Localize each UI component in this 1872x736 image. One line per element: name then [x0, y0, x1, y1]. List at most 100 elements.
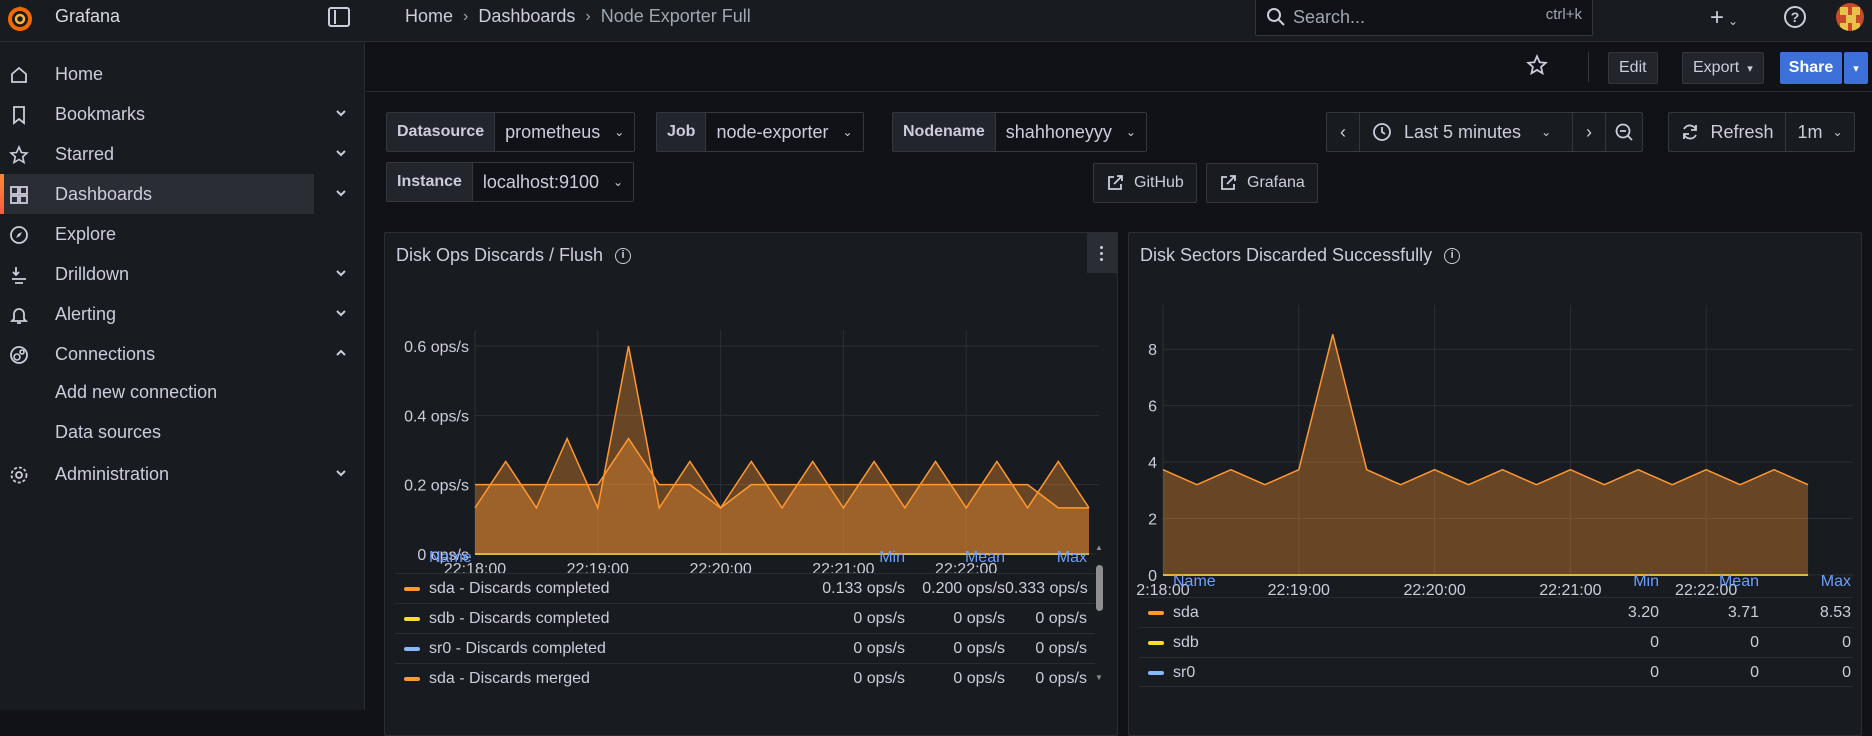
scroll-down-icon[interactable]: ▼ — [1095, 673, 1103, 682]
search-input[interactable]: Search... ctrl+k — [1255, 0, 1593, 36]
chevron-down-icon: ▾ — [1853, 62, 1859, 75]
chevron-left-icon: ‹ — [1340, 121, 1346, 142]
job-select[interactable]: node-exporter ⌄ — [706, 113, 863, 151]
legend-row[interactable]: sr0 0 0 0 — [1139, 657, 1853, 687]
grafana-link[interactable]: Grafana — [1206, 163, 1318, 203]
sidebar-item-explore[interactable]: Explore — [0, 214, 314, 254]
panel-menu-button[interactable] — [1087, 233, 1117, 273]
grafana-logo-icon[interactable] — [6, 4, 34, 32]
zoom-out-button[interactable] — [1605, 112, 1643, 152]
time-range-picker[interactable]: Last 5 minutes ⌄ — [1359, 112, 1573, 152]
variable-value: prometheus — [505, 121, 601, 142]
chevron-right-icon: › — [463, 7, 469, 25]
avatar[interactable] — [1836, 3, 1864, 31]
time-shift-back-button[interactable]: ‹ — [1326, 112, 1360, 152]
edit-label: Edit — [1619, 59, 1647, 76]
legend-max: 0.333 ops/s — [1005, 580, 1088, 597]
legend-min: 0 ops/s — [853, 610, 905, 627]
job-variable[interactable]: Job node-exporter ⌄ — [656, 112, 864, 152]
share-dropdown-button[interactable]: ▾ — [1844, 52, 1868, 84]
legend-header-min[interactable]: Min — [1559, 573, 1659, 591]
legend-scrollbar[interactable]: ▲ ▼ — [1095, 543, 1105, 687]
legend-header-mean[interactable]: Mean — [1659, 573, 1759, 591]
chart-disk-ops-discards: 0 ops/s0.2 ops/s0.4 ops/s0.6 ops/s22:18:… — [404, 330, 1099, 578]
sidebar-item-alerting[interactable]: Alerting — [0, 294, 346, 334]
breadcrumb-dashboards[interactable]: Dashboards — [478, 6, 575, 27]
legend-row[interactable]: sr0 - Discards completed 0 ops/s 0 ops/s… — [395, 633, 1095, 663]
star-icon — [9, 145, 29, 165]
chevron-down-icon[interactable] — [334, 306, 348, 320]
chevron-down-icon[interactable] — [334, 106, 348, 120]
instance-select[interactable]: localhost:9100 ⌄ — [472, 163, 634, 201]
legend-mean: 3.71 — [1727, 604, 1759, 621]
legend-header-max[interactable]: Max — [1759, 573, 1851, 591]
legend-mean: 0 — [1750, 664, 1759, 681]
sidebar-item-label: Administration — [55, 464, 170, 484]
legend-min: 3.20 — [1627, 604, 1659, 621]
panel-disk-sectors-discarded[interactable]: Disk Sectors Discarded Successfully i 0 2 4… — [1128, 232, 1862, 736]
legend-row[interactable]: sdb 0 0 0 — [1139, 627, 1853, 657]
sidebar-item-connections[interactable]: Connections — [0, 334, 346, 374]
scroll-up-icon[interactable]: ▲ — [1095, 543, 1103, 552]
sidebar-item-dashboards[interactable]: Dashboards — [0, 174, 314, 214]
dashboard-action-bar: Edit Export ▾ Share ▾ — [366, 42, 1872, 92]
refresh-interval-picker[interactable]: 1m ⌄ — [1785, 112, 1855, 152]
legend-row[interactable]: sda - Discards merged 0 ops/s 0 ops/s 0 … — [395, 663, 1095, 693]
plus-icon: + — [1710, 4, 1725, 31]
external-link-icon — [1221, 175, 1236, 190]
star-icon[interactable] — [1526, 54, 1548, 76]
datasource-select[interactable]: prometheus ⌄ — [495, 113, 635, 151]
chevron-down-icon[interactable] — [334, 186, 348, 200]
dock-menu-icon[interactable] — [328, 7, 350, 27]
grafana-link-label: Grafana — [1247, 174, 1305, 191]
help-icon[interactable]: ? — [1784, 6, 1806, 28]
time-shift-forward-button[interactable]: › — [1572, 112, 1606, 152]
new-menu-button[interactable]: + ⌄ — [1710, 4, 1738, 32]
home-icon — [11, 66, 27, 83]
app-name: Grafana — [55, 6, 121, 26]
chevron-up-icon[interactable] — [334, 346, 348, 360]
info-icon[interactable]: i — [615, 247, 632, 264]
scrollbar-thumb[interactable] — [1096, 565, 1103, 611]
share-button[interactable]: Share — [1780, 52, 1842, 84]
legend-row[interactable]: sda 3.20 3.71 8.53 — [1139, 597, 1853, 627]
nodename-select[interactable]: shahhoneyyy ⌄ — [995, 113, 1146, 151]
datasource-variable[interactable]: Datasource prometheus ⌄ — [386, 112, 636, 152]
legend-min: 0 ops/s — [853, 670, 905, 687]
legend-row[interactable]: sda - Discards completed 0.133 ops/s 0.2… — [395, 573, 1095, 603]
legend-header-name[interactable]: Name — [1173, 573, 1216, 591]
sidebar-subitem-add-new-connection[interactable]: Add new connection — [55, 382, 217, 403]
legend-header-mean[interactable]: Mean — [905, 549, 1005, 567]
nodename-variable[interactable]: Nodename shahhoneyyy ⌄ — [892, 112, 1147, 152]
y-tick-label: 4 — [1148, 455, 1157, 472]
legend-row[interactable]: sdb - Discards completed 0 ops/s 0 ops/s… — [395, 603, 1095, 633]
sidebar-item-starred[interactable]: Starred — [0, 134, 346, 174]
sidebar-item-administration[interactable]: Administration — [0, 454, 346, 494]
bookmark-icon — [13, 106, 25, 125]
sidebar-item-drilldown[interactable]: Drilldown — [0, 254, 346, 294]
legend-header-name[interactable]: Name — [429, 549, 472, 567]
sidebar-item-label: Dashboards — [55, 184, 153, 204]
chevron-down-icon[interactable] — [334, 466, 348, 480]
series-area — [475, 346, 1089, 554]
zoom-out-icon — [1615, 123, 1633, 141]
chevron-right-icon: › — [1586, 121, 1592, 142]
legend-series-name: sdb — [1173, 634, 1199, 651]
refresh-button[interactable]: Refresh — [1668, 112, 1786, 152]
sidebar-item-home[interactable]: Home — [0, 54, 314, 94]
variable-value: localhost:9100 — [482, 171, 600, 192]
breadcrumb-home[interactable]: Home — [405, 6, 453, 27]
info-icon[interactable]: i — [1444, 247, 1461, 264]
edit-button[interactable]: Edit — [1608, 52, 1658, 84]
sidebar-item-bookmarks[interactable]: Bookmarks — [0, 94, 346, 134]
github-link[interactable]: GitHub — [1093, 163, 1197, 203]
sidebar-subitem-data-sources[interactable]: Data sources — [55, 422, 161, 443]
panel-disk-ops-discards[interactable]: Disk Ops Discards / Flush i 0 ops/s 0.2 op… — [384, 232, 1118, 736]
chevron-down-icon[interactable] — [334, 146, 348, 160]
instance-variable[interactable]: Instance localhost:9100 ⌄ — [386, 162, 635, 202]
legend-header-min[interactable]: Min — [805, 549, 905, 567]
chevron-down-icon[interactable] — [334, 266, 348, 280]
legend-series-name: sr0 — [1173, 664, 1196, 681]
legend-header-max[interactable]: Max — [1005, 549, 1087, 567]
export-button[interactable]: Export ▾ — [1682, 52, 1764, 84]
